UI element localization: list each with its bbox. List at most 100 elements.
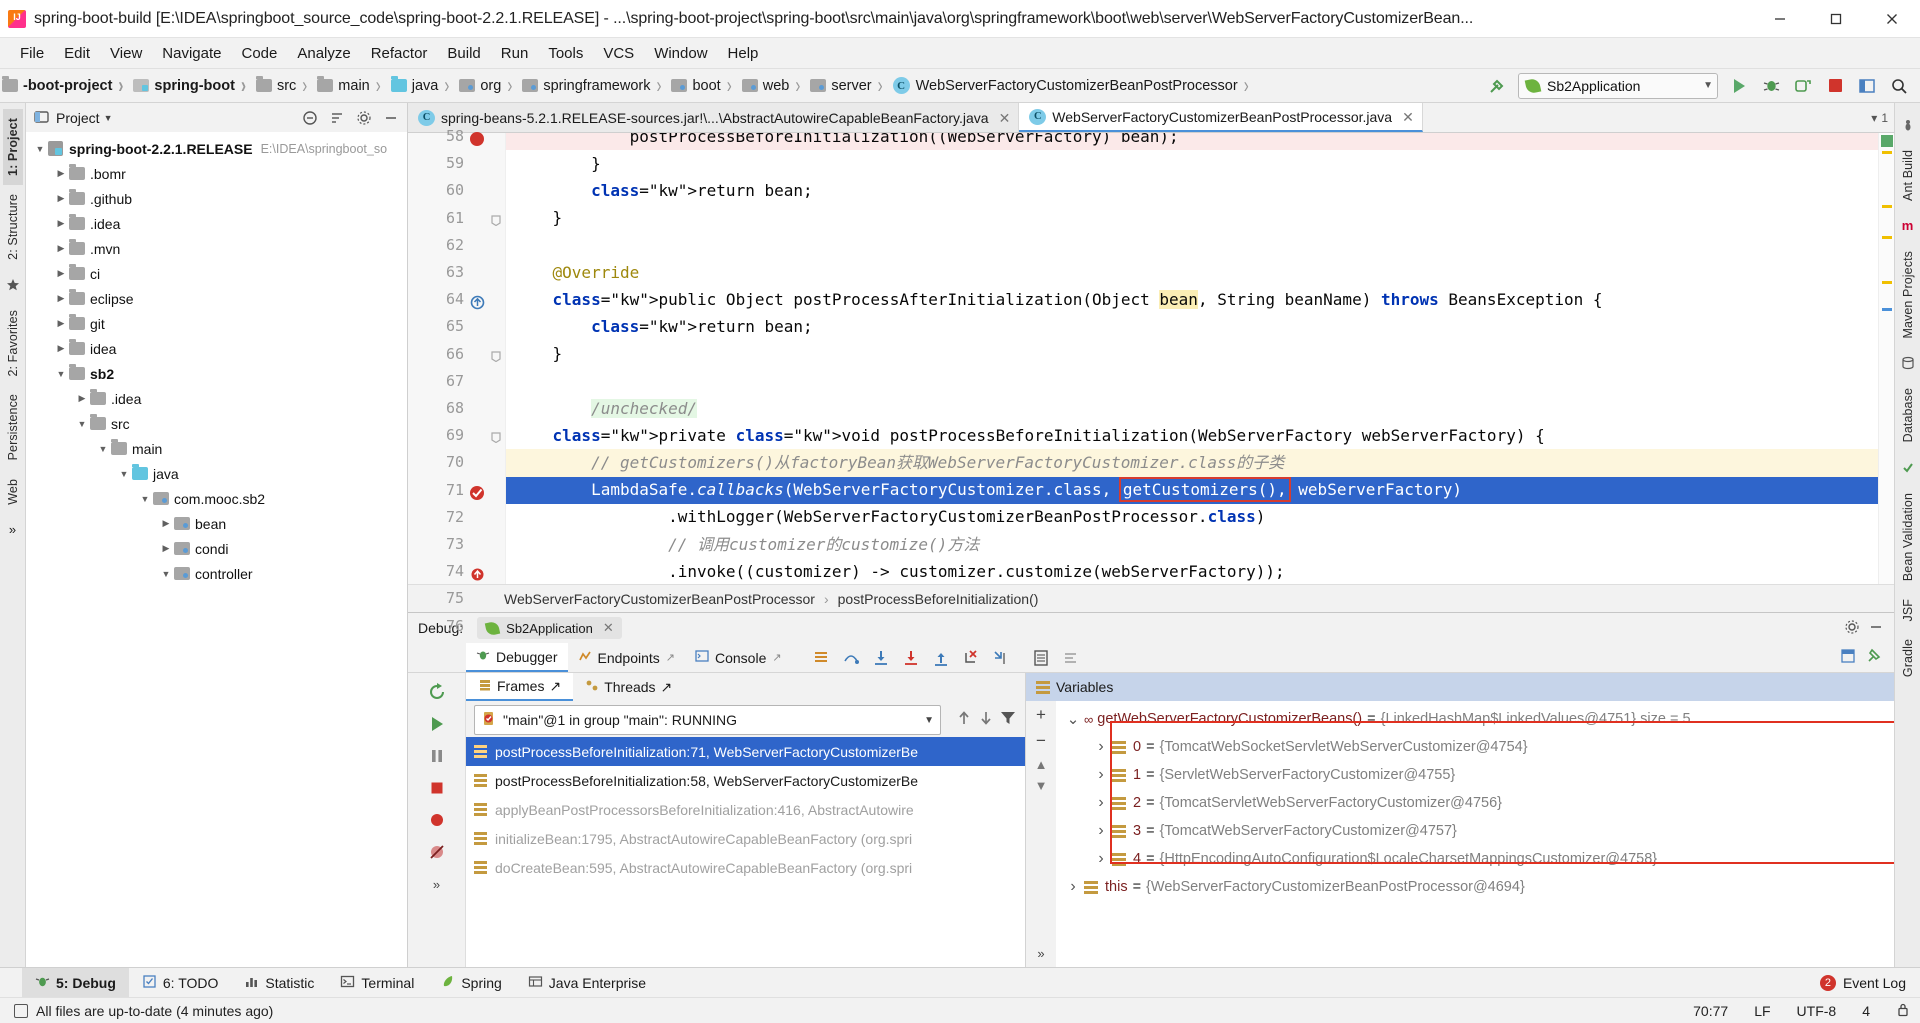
sidebar-item-project[interactable]: 1: Project xyxy=(2,109,23,185)
code-line[interactable]: } xyxy=(506,341,1878,368)
breadcrumb-item-springframework[interactable]: springframework › xyxy=(520,75,669,96)
chevron-right-icon[interactable]: ▶ xyxy=(53,293,69,304)
menu-tools[interactable]: Tools xyxy=(538,42,593,65)
rerun-icon[interactable] xyxy=(422,677,452,707)
chevron-down-icon[interactable]: ▼ xyxy=(116,469,132,479)
code-line[interactable]: class="kw">public Object postProcessAfte… xyxy=(506,286,1878,313)
tree-node[interactable]: ▶ condi xyxy=(26,536,407,561)
breadcrumb-item-server[interactable]: server › xyxy=(808,75,890,96)
code-line[interactable]: } xyxy=(506,150,1878,177)
tree-node[interactable]: ▶ .bomr xyxy=(26,161,407,186)
variable-row[interactable]: › 4 = {HttpEncodingAutoConfiguration$Locale… xyxy=(1056,845,1894,873)
layout-button[interactable] xyxy=(1852,72,1882,100)
code-fold-icon[interactable] xyxy=(490,350,502,362)
code-line[interactable]: // 调用customizer的customize()方法 xyxy=(506,531,1878,558)
close-icon[interactable]: ✕ xyxy=(999,111,1011,125)
build-hammer-icon[interactable] xyxy=(1482,72,1512,100)
sidebar-item-web[interactable]: Web xyxy=(3,470,23,514)
breadcrumb-method[interactable]: postProcessBeforeInitialization() xyxy=(838,591,1039,607)
bottom-tab-terminal[interactable]: Terminal xyxy=(327,968,427,997)
view-breakpoints-icon[interactable] xyxy=(422,805,452,835)
minimize-button[interactable] xyxy=(1752,0,1808,38)
chevron-right-icon[interactable]: ▶ xyxy=(158,543,174,554)
tab-frames[interactable]: Frames ↗ xyxy=(466,673,574,701)
layout-settings-icon[interactable] xyxy=(1840,648,1856,667)
chevron-right-icon[interactable]: ▶ xyxy=(53,193,69,204)
sort-icon[interactable] xyxy=(325,106,349,130)
code-fold-icon[interactable] xyxy=(490,431,502,444)
sidebar-item-jsf[interactable]: JSF xyxy=(1898,590,1918,631)
frame-down-icon[interactable] xyxy=(977,709,995,730)
breadcrumb-item-webserverfactorycustomizerbeanpostprocessor[interactable]: C WebServerFactoryCustomizerBeanPostProce… xyxy=(891,75,1257,96)
code-line[interactable] xyxy=(506,232,1878,259)
pause-icon[interactable] xyxy=(422,741,452,771)
chevron-right-icon[interactable]: ▶ xyxy=(53,318,69,329)
file-encoding[interactable]: UTF-8 xyxy=(1797,1003,1837,1019)
step-over-icon[interactable] xyxy=(838,645,864,671)
bottom-tab-debug[interactable]: 5: Debug xyxy=(22,968,129,997)
bottom-tab-java-enterprise[interactable]: Java Enterprise xyxy=(515,968,659,997)
variable-row[interactable]: ⌄ ∞ getWebServerFactoryCustomizerBeans() ={… xyxy=(1056,705,1894,733)
breadcrumb-item-java[interactable]: java › xyxy=(389,75,458,96)
code-line[interactable]: @Override xyxy=(506,259,1878,286)
code-line[interactable]: // getCustomizers()从factoryBean获取WebServ… xyxy=(506,449,1878,477)
step-into-icon[interactable] xyxy=(868,645,894,671)
chevron-down-icon[interactable]: ▼ xyxy=(137,494,153,504)
sidebar-item-gradle[interactable]: Gradle xyxy=(1898,630,1918,686)
close-button[interactable] xyxy=(1864,0,1920,38)
code-line[interactable]: class="kw">return bean; xyxy=(506,313,1878,340)
error-marker-icon[interactable] xyxy=(470,567,485,582)
sidebar-item-ant-build[interactable]: Ant Build xyxy=(1898,141,1918,210)
code-editor[interactable]: 58 59 60 61 62 63 64 65 66 67 68 69 70 71 72 73 74 75 76 p… xyxy=(408,127,1894,635)
frame-up-icon[interactable] xyxy=(955,709,973,730)
tree-node[interactable]: ▶ bean xyxy=(26,511,407,536)
expand-rail-icon[interactable]: » xyxy=(3,520,23,540)
step-out-icon[interactable] xyxy=(928,645,954,671)
code-line[interactable]: LambdaSafe.callbacks(WebServerFactoryCus… xyxy=(506,476,1878,504)
tree-node[interactable]: ▶ .github xyxy=(26,186,407,211)
tree-node[interactable]: ▶ ci xyxy=(26,261,407,286)
chevron-down-icon[interactable]: ▼ xyxy=(53,369,69,379)
tree-node[interactable]: ▼ sb2 xyxy=(26,361,407,386)
breakpoint-icon[interactable] xyxy=(468,484,486,502)
chevron-right-icon[interactable]: › xyxy=(1090,738,1112,756)
menu-navigate[interactable]: Navigate xyxy=(152,42,231,65)
chevron-right-icon[interactable]: › xyxy=(1090,766,1112,784)
resume-icon[interactable] xyxy=(422,709,452,739)
editor-tab-abstract-autowire[interactable]: C spring-beans-5.2.1.RELEASE-sources.jar… xyxy=(408,103,1020,132)
sidebar-item-bean-validation[interactable]: Bean Validation xyxy=(1898,484,1918,590)
menu-run[interactable]: Run xyxy=(491,42,539,65)
breakpoint-icon[interactable] xyxy=(468,130,486,148)
chevron-right-icon[interactable]: ▶ xyxy=(74,393,90,404)
debug-session-tab[interactable]: Sb2Application ✕ xyxy=(477,617,622,639)
run-button[interactable] xyxy=(1724,72,1754,100)
caret-position[interactable]: 70:77 xyxy=(1693,1003,1728,1019)
settings-icon[interactable] xyxy=(1058,645,1084,671)
code-line[interactable]: .invoke((customizer) -> customizer.custo… xyxy=(506,558,1878,584)
chevron-right-icon[interactable]: › xyxy=(1090,850,1112,868)
run-with-coverage-button[interactable] xyxy=(1788,72,1818,100)
remove-watch-icon[interactable]: − xyxy=(1036,731,1046,751)
chevron-right-icon[interactable]: › xyxy=(1090,794,1112,812)
variable-row[interactable]: › 1 = {ServletWebServerFactoryCustomizer@47… xyxy=(1056,761,1894,789)
code-line[interactable]: .withLogger(WebServerFactoryCustomizerBe… xyxy=(506,504,1878,531)
variable-row[interactable]: › 2 = {TomcatServletWebServerFactoryCustomi… xyxy=(1056,789,1894,817)
tree-node[interactable]: ▶ idea xyxy=(26,336,407,361)
menu-refactor[interactable]: Refactor xyxy=(361,42,438,65)
stop-icon[interactable] xyxy=(422,773,452,803)
chevron-right-icon[interactable]: ▶ xyxy=(53,243,69,254)
breadcrumb-item--boot-project[interactable]: -boot-project › xyxy=(0,75,131,96)
menu-file[interactable]: File xyxy=(10,42,54,65)
sidebar-item-favorites[interactable]: 2: Favorites xyxy=(3,301,23,386)
tree-node[interactable]: ▶ .mvn xyxy=(26,236,407,261)
code-line[interactable]: postProcessBeforeInitialization((WebServ… xyxy=(506,133,1878,151)
frame-row[interactable]: applyBeanPostProcessorsBeforeInitializat… xyxy=(466,795,1025,824)
stop-button[interactable] xyxy=(1820,72,1850,100)
tree-node[interactable]: ▼ java xyxy=(26,461,407,486)
detach-icon[interactable]: ↗ xyxy=(661,679,673,696)
code-line[interactable]: } xyxy=(506,205,1878,232)
chevron-right-icon[interactable]: ▶ xyxy=(53,218,69,229)
search-everywhere-icon[interactable] xyxy=(1884,72,1914,100)
editor-gutter[interactable]: 58 59 60 61 62 63 64 65 66 67 68 69 70 71 72 73 74 75 76 xyxy=(408,127,506,635)
settings-gear-icon[interactable] xyxy=(352,106,376,130)
